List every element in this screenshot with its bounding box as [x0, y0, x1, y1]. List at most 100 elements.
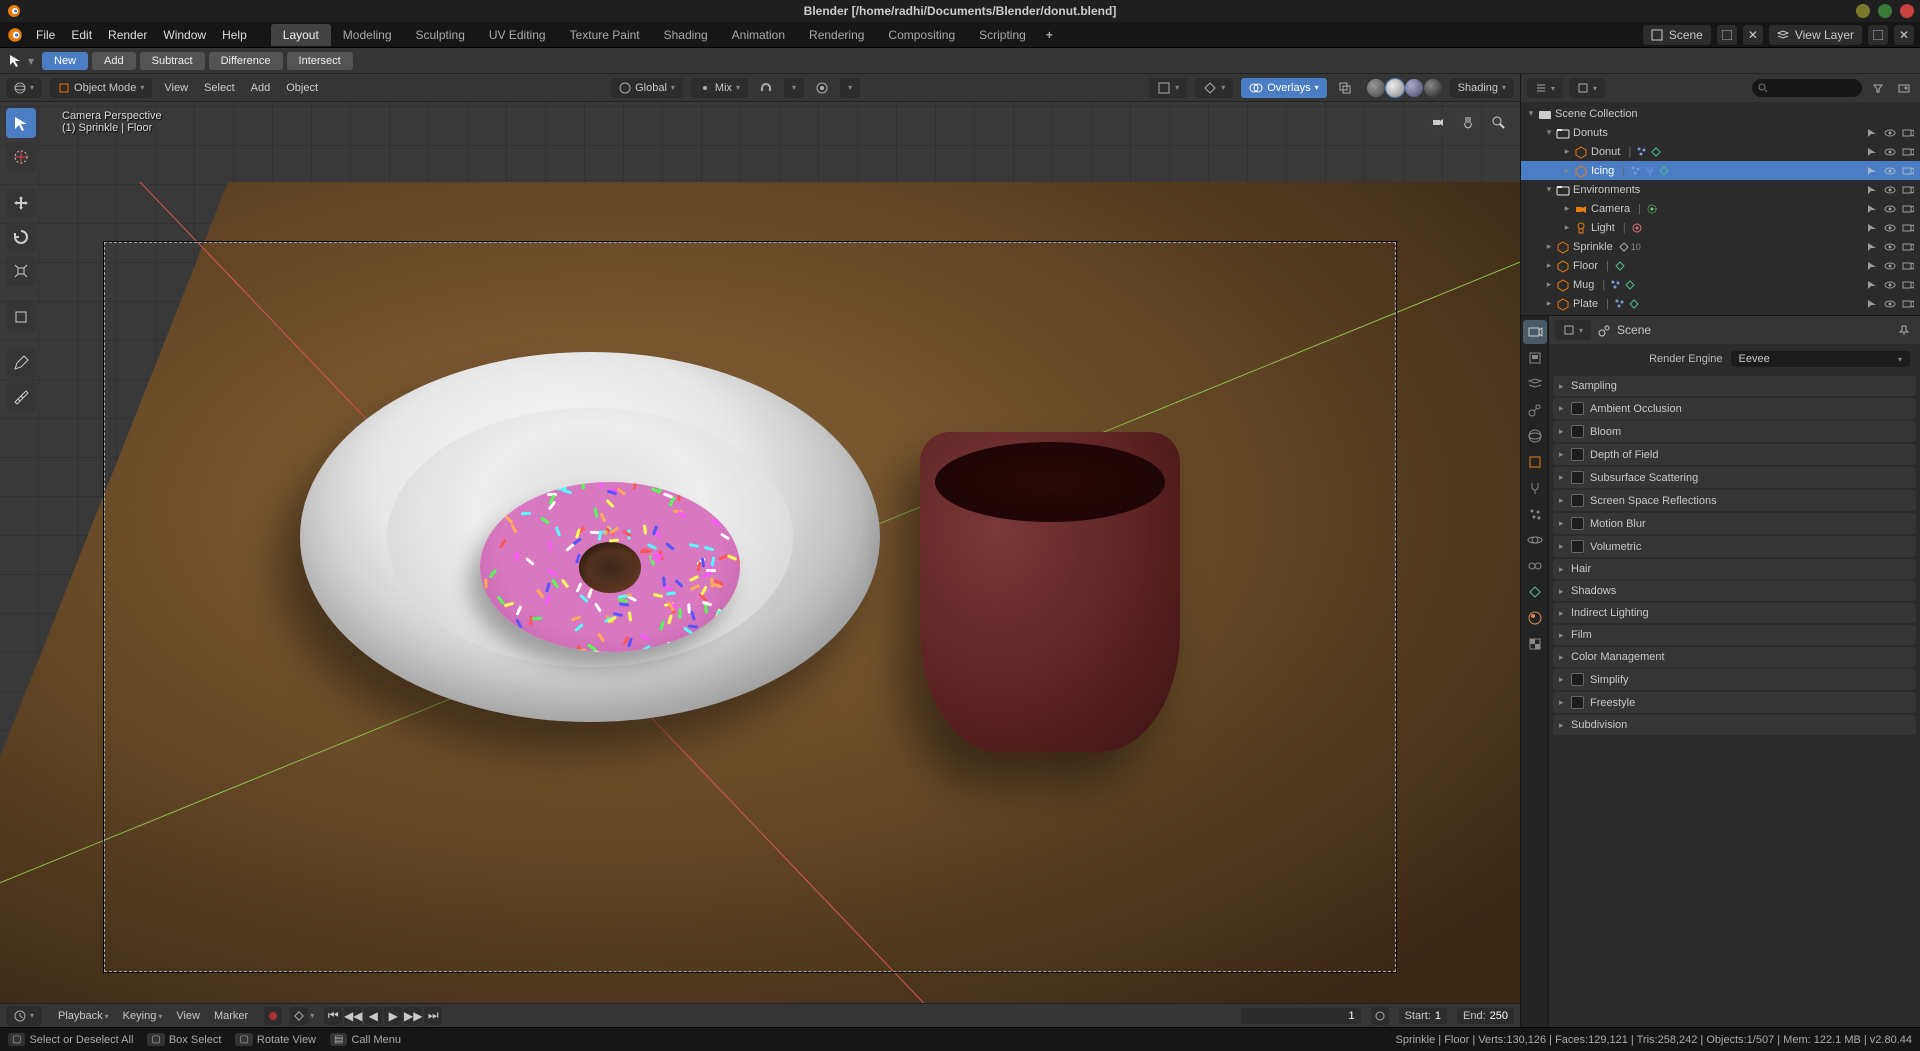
tool-cursor[interactable]	[6, 142, 36, 172]
play-reverse[interactable]: ◀	[364, 1007, 382, 1025]
visibility-dropdown[interactable]: ▾	[1149, 78, 1187, 98]
tree-row-camera[interactable]: ▸Camera|	[1521, 199, 1920, 218]
section-indirect-lighting[interactable]: ▸Indirect Lighting	[1553, 603, 1916, 623]
tool-move[interactable]	[6, 188, 36, 218]
toggle-render[interactable]	[1900, 239, 1916, 255]
toggle-select[interactable]	[1864, 163, 1880, 179]
menu-window[interactable]: Window	[155, 24, 214, 46]
workspace-scripting[interactable]: Scripting	[967, 24, 1038, 46]
close-button[interactable]	[1900, 4, 1914, 18]
section-checkbox[interactable]	[1571, 494, 1584, 507]
shading-rendered[interactable]	[1424, 79, 1442, 97]
toggle-select[interactable]	[1864, 239, 1880, 255]
minimize-button[interactable]	[1856, 4, 1870, 18]
toggle-visibility[interactable]	[1882, 277, 1898, 293]
end-frame-field[interactable]: End: 250	[1457, 1008, 1514, 1024]
section-subdivision[interactable]: ▸Subdivision	[1553, 715, 1916, 735]
timeline-menu-marker[interactable]: Marker	[208, 1008, 254, 1024]
start-frame-field[interactable]: Start: 1	[1399, 1008, 1447, 1024]
render-engine-dropdown[interactable]: Eevee ▾	[1731, 351, 1911, 367]
bool-new[interactable]: New	[42, 52, 88, 70]
tab-world[interactable]	[1523, 424, 1547, 448]
toggle-visibility[interactable]	[1882, 296, 1898, 312]
section-checkbox[interactable]	[1571, 402, 1584, 415]
properties-editor-type[interactable]: ▾	[1555, 320, 1591, 340]
prop-edit-toggle[interactable]	[812, 78, 832, 98]
shading-dropdown[interactable]: Shading ▾	[1450, 78, 1514, 98]
tool-measure[interactable]	[6, 382, 36, 412]
filter-button[interactable]	[1868, 78, 1888, 98]
toggle-select[interactable]	[1864, 220, 1880, 236]
workspace-modeling[interactable]: Modeling	[331, 24, 404, 46]
tab-output[interactable]	[1523, 346, 1547, 370]
tab-viewlayer[interactable]	[1523, 372, 1547, 396]
workspace-layout[interactable]: Layout	[271, 24, 331, 46]
section-depth-of-field[interactable]: ▸Depth of Field	[1553, 444, 1916, 465]
toggle-render[interactable]	[1900, 182, 1916, 198]
shading-lookdev[interactable]	[1405, 79, 1423, 97]
maximize-button[interactable]	[1878, 4, 1892, 18]
tree-row-donuts[interactable]: ▾Donuts	[1521, 123, 1920, 142]
section-checkbox[interactable]	[1571, 448, 1584, 461]
tool-transform[interactable]	[6, 302, 36, 332]
tab-physics[interactable]	[1523, 528, 1547, 552]
section-ambient-occlusion[interactable]: ▸Ambient Occlusion	[1553, 398, 1916, 419]
pivot-dropdown[interactable]: Mix ▾	[691, 78, 748, 98]
prop-edit-dropdown[interactable]: ▾	[840, 78, 860, 98]
snap-dropdown[interactable]: ▾	[784, 78, 804, 98]
menu-edit[interactable]: Edit	[63, 24, 100, 46]
workspace-sculpting[interactable]: Sculpting	[404, 24, 477, 46]
toggle-visibility[interactable]	[1882, 163, 1898, 179]
menu-file[interactable]: File	[28, 24, 63, 46]
section-checkbox[interactable]	[1571, 471, 1584, 484]
section-color-management[interactable]: ▸Color Management	[1553, 647, 1916, 667]
nav-zoom[interactable]	[1486, 110, 1510, 134]
timeline-editor-type[interactable]: ▾	[6, 1006, 42, 1026]
frame-lock[interactable]	[1371, 1007, 1389, 1025]
tool-select-box[interactable]	[6, 108, 36, 138]
section-checkbox[interactable]	[1571, 425, 1584, 438]
workspace-add[interactable]: +	[1038, 24, 1061, 46]
auto-key-toggle[interactable]	[264, 1007, 282, 1025]
section-checkbox[interactable]	[1571, 696, 1584, 709]
tool-rotate[interactable]	[6, 222, 36, 252]
nav-camera[interactable]	[1426, 110, 1450, 134]
display-mode-dropdown[interactable]: ▾	[1569, 78, 1605, 98]
scene-delete-button[interactable]: ✕	[1743, 25, 1763, 45]
3d-viewport[interactable]: Camera Perspective (1) Sprinkle | Floor	[0, 102, 1520, 1003]
section-film[interactable]: ▸Film	[1553, 625, 1916, 645]
menu-add[interactable]: Add	[247, 80, 275, 96]
bool-intersect[interactable]: Intersect	[287, 52, 353, 70]
toggle-render[interactable]	[1900, 144, 1916, 160]
tree-row-environments[interactable]: ▾Environments	[1521, 180, 1920, 199]
xray-toggle[interactable]	[1335, 78, 1355, 98]
menu-help[interactable]: Help	[214, 24, 255, 46]
tab-render[interactable]	[1523, 320, 1547, 344]
outliner-editor-type[interactable]: ▾	[1527, 78, 1563, 98]
timeline-menu-view[interactable]: View	[170, 1008, 206, 1024]
workspace-animation[interactable]: Animation	[720, 24, 797, 46]
tab-scene[interactable]	[1523, 398, 1547, 422]
bool-subtract[interactable]: Subtract	[140, 52, 205, 70]
overlays-dropdown[interactable]: Overlays ▾	[1241, 78, 1326, 98]
section-sampling[interactable]: ▸Sampling	[1553, 376, 1916, 396]
timeline-menu-playback[interactable]: Playback▾	[52, 1008, 115, 1024]
tool-scale[interactable]	[6, 256, 36, 286]
scene-new-button[interactable]	[1717, 25, 1737, 45]
toggle-visibility[interactable]	[1882, 144, 1898, 160]
workspace-compositing[interactable]: Compositing	[876, 24, 967, 46]
tree-row-donut[interactable]: ▸Donut|	[1521, 142, 1920, 161]
menu-view[interactable]: View	[160, 80, 192, 96]
toggle-select[interactable]	[1864, 182, 1880, 198]
tab-constraint[interactable]	[1523, 554, 1547, 578]
toggle-render[interactable]	[1900, 125, 1916, 141]
mode-dropdown[interactable]: Object Mode ▾	[50, 78, 152, 98]
toggle-visibility[interactable]	[1882, 258, 1898, 274]
section-hair[interactable]: ▸Hair	[1553, 559, 1916, 579]
pin-button[interactable]	[1894, 320, 1914, 340]
tree-row-light[interactable]: ▸Light|	[1521, 218, 1920, 237]
shading-wireframe[interactable]	[1367, 79, 1385, 97]
toggle-render[interactable]	[1900, 296, 1916, 312]
tab-mesh[interactable]	[1523, 580, 1547, 604]
toggle-select[interactable]	[1864, 296, 1880, 312]
